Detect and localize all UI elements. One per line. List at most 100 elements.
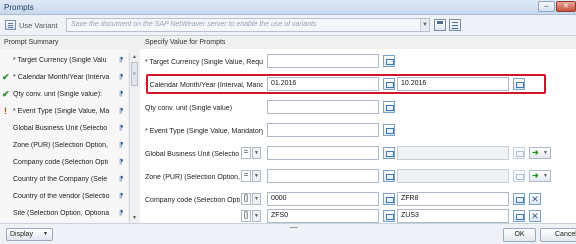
zone-input[interactable] (267, 169, 379, 183)
specify-values-header: Specify Value for Prompts (145, 39, 226, 46)
pin-icon[interactable]: ⁋ (119, 107, 123, 115)
variant-select[interactable]: Save the document on the SAP NetWeaver s… (66, 18, 430, 32)
display-button[interactable]: Display ▼ (6, 228, 53, 241)
summary-item[interactable]: Site (Selection Option, Optiona ⁋ (0, 202, 128, 224)
use-variant-label[interactable]: Use Variant (19, 21, 58, 30)
prompt-row-zone: Zone (PUR) (Selection Option, = ▼ ➜ ▼ (140, 166, 576, 188)
add-button[interactable]: ➜ ▼ (529, 147, 551, 159)
prompt-values-panel: * Target Currency (Single Value, Requir … (140, 49, 576, 223)
prompt-label: * Target Currency (Single Value, Requir (145, 59, 263, 66)
value-help-icon[interactable] (383, 101, 395, 113)
manage-variants-icon[interactable] (449, 19, 461, 31)
remove-icon[interactable]: ✕ (529, 210, 541, 222)
value-help-icon[interactable] (383, 210, 395, 222)
cancel-button[interactable]: Cancel (540, 228, 576, 242)
calendar-month-from-input[interactable]: 01.2016 (267, 77, 379, 91)
minimize-button[interactable]: – (538, 1, 555, 12)
pin-icon[interactable]: ⁋ (119, 90, 123, 98)
display-label: Display (10, 231, 33, 238)
summary-item-label: Company code (Selection Opti (13, 159, 108, 166)
value-help-icon[interactable] (383, 55, 395, 67)
operator-select[interactable]: = (241, 147, 251, 159)
company-code-to-input[interactable]: ZUS3 (397, 209, 509, 223)
operator-select[interactable]: [] (241, 193, 251, 205)
check-icon: ✔ (2, 89, 10, 99)
chevron-down-icon[interactable]: ▼ (252, 193, 261, 205)
global-business-unit-input[interactable] (267, 146, 379, 160)
add-icon: ➜ (532, 171, 539, 180)
prompt-label: Qty conv. unit (Single value) (145, 105, 233, 112)
variant-toolbar: Use Variant Save the document on the SAP… (0, 15, 576, 36)
save-variant-icon[interactable] (434, 19, 446, 31)
summary-item-label: Zone (PUR) (Selection Option, (13, 142, 108, 149)
scroll-up-icon[interactable]: ▲ (131, 54, 138, 61)
add-button[interactable]: ➜ ▼ (529, 170, 551, 182)
value-help-icon[interactable] (383, 78, 395, 90)
scrollbar-thumb[interactable]: ≡ (131, 62, 138, 86)
qty-conv-unit-input[interactable] (267, 100, 379, 114)
remove-icon[interactable]: ✕ (529, 193, 541, 205)
chevron-down-icon[interactable]: ▼ (420, 19, 429, 31)
chevron-down-icon[interactable]: ▼ (252, 210, 261, 222)
prompt-row-global-business-unit: Global Business Unit (Selectio = ▼ ➜ ▼ (140, 143, 576, 165)
chevron-down-icon: ▼ (543, 173, 548, 179)
close-icon: ✕ (563, 3, 569, 10)
chevron-down-icon: ▼ (43, 231, 48, 237)
check-icon: ✔ (2, 72, 10, 82)
ok-button[interactable]: OK (503, 228, 536, 242)
chevron-down-icon[interactable]: ▼ (252, 170, 261, 182)
prompt-row-event-type: * Event Type (Single Value, Mandatory) (140, 120, 576, 142)
value-help-icon (513, 147, 525, 159)
minimize-icon: – (544, 3, 549, 10)
value-help-icon[interactable] (513, 193, 525, 205)
prompt-summary-list: * Target Currency (Single Valu ⁋ ✔ * Cal… (0, 49, 128, 223)
window-title: Prompts (4, 3, 34, 12)
exclamation-icon: ! (4, 106, 7, 116)
summary-item-label: Site (Selection Option, Optiona (13, 210, 110, 217)
pin-icon[interactable]: ⁋ (119, 73, 123, 81)
pin-icon[interactable]: ⁋ (119, 209, 123, 217)
calendar-month-to-input[interactable]: 10.2016 (397, 77, 509, 91)
value-help-icon (513, 170, 525, 182)
summary-scrollbar[interactable]: ▲ ≡ ▼ (129, 53, 138, 223)
prompt-row-company-code: Company code (Selection Opti [] ▼ 0000 Z… (140, 189, 576, 223)
dialog-footer: Display ▼ OK Cancel (0, 223, 576, 244)
window-titlebar: Prompts – ✕ (0, 0, 576, 15)
value-help-icon[interactable] (383, 147, 395, 159)
company-code-to-input[interactable]: ZFR8 (397, 192, 509, 206)
pin-icon[interactable]: ⁋ (119, 192, 123, 200)
value-help-icon[interactable] (383, 193, 395, 205)
operator-select[interactable]: = (241, 170, 251, 182)
pin-icon[interactable]: ⁋ (119, 158, 123, 166)
summary-item-label: * Target Currency (Single Valu (13, 57, 107, 64)
pin-icon[interactable]: ⁋ (119, 56, 123, 64)
prompt-label: * Calendar Month/Year (Interval, Manda (145, 82, 263, 89)
zone-to-input (397, 169, 509, 183)
event-type-input[interactable] (267, 123, 379, 137)
operator-select[interactable]: [] (241, 210, 251, 222)
summary-item-label: * Event Type (Single Value, Ma (13, 108, 110, 115)
value-help-icon[interactable] (383, 124, 395, 136)
summary-item-label: Country of the Company (Sele (13, 176, 108, 183)
add-icon: ➜ (532, 148, 539, 157)
resize-grip[interactable] (290, 224, 298, 228)
prompt-row-qty-conv-unit: Qty conv. unit (Single value) (140, 97, 576, 119)
prompt-row-calendar-month: * Calendar Month/Year (Interval, Manda 0… (140, 74, 576, 96)
scroll-down-icon[interactable]: ▼ (131, 215, 138, 222)
company-code-from-input[interactable]: 0000 (267, 192, 379, 206)
pin-icon[interactable]: ⁋ (119, 141, 123, 149)
company-code-from-input[interactable]: ZFS0 (267, 209, 379, 223)
value-help-icon[interactable] (383, 170, 395, 182)
summary-item-label: Country of the vendor (Selectio (13, 193, 110, 200)
prompt-label: * Event Type (Single Value, Mandatory) (145, 128, 263, 135)
target-currency-input[interactable] (267, 54, 379, 68)
pin-icon[interactable]: ⁋ (119, 175, 123, 183)
variant-icon[interactable] (5, 20, 16, 30)
close-button[interactable]: ✕ (556, 1, 576, 12)
chevron-down-icon: ▼ (543, 150, 548, 156)
value-help-icon[interactable] (513, 210, 525, 222)
pin-icon[interactable]: ⁋ (119, 124, 123, 132)
chevron-down-icon[interactable]: ▼ (252, 147, 261, 159)
value-help-icon[interactable] (513, 78, 525, 90)
prompt-summary-header: Prompt Summary (4, 39, 59, 46)
